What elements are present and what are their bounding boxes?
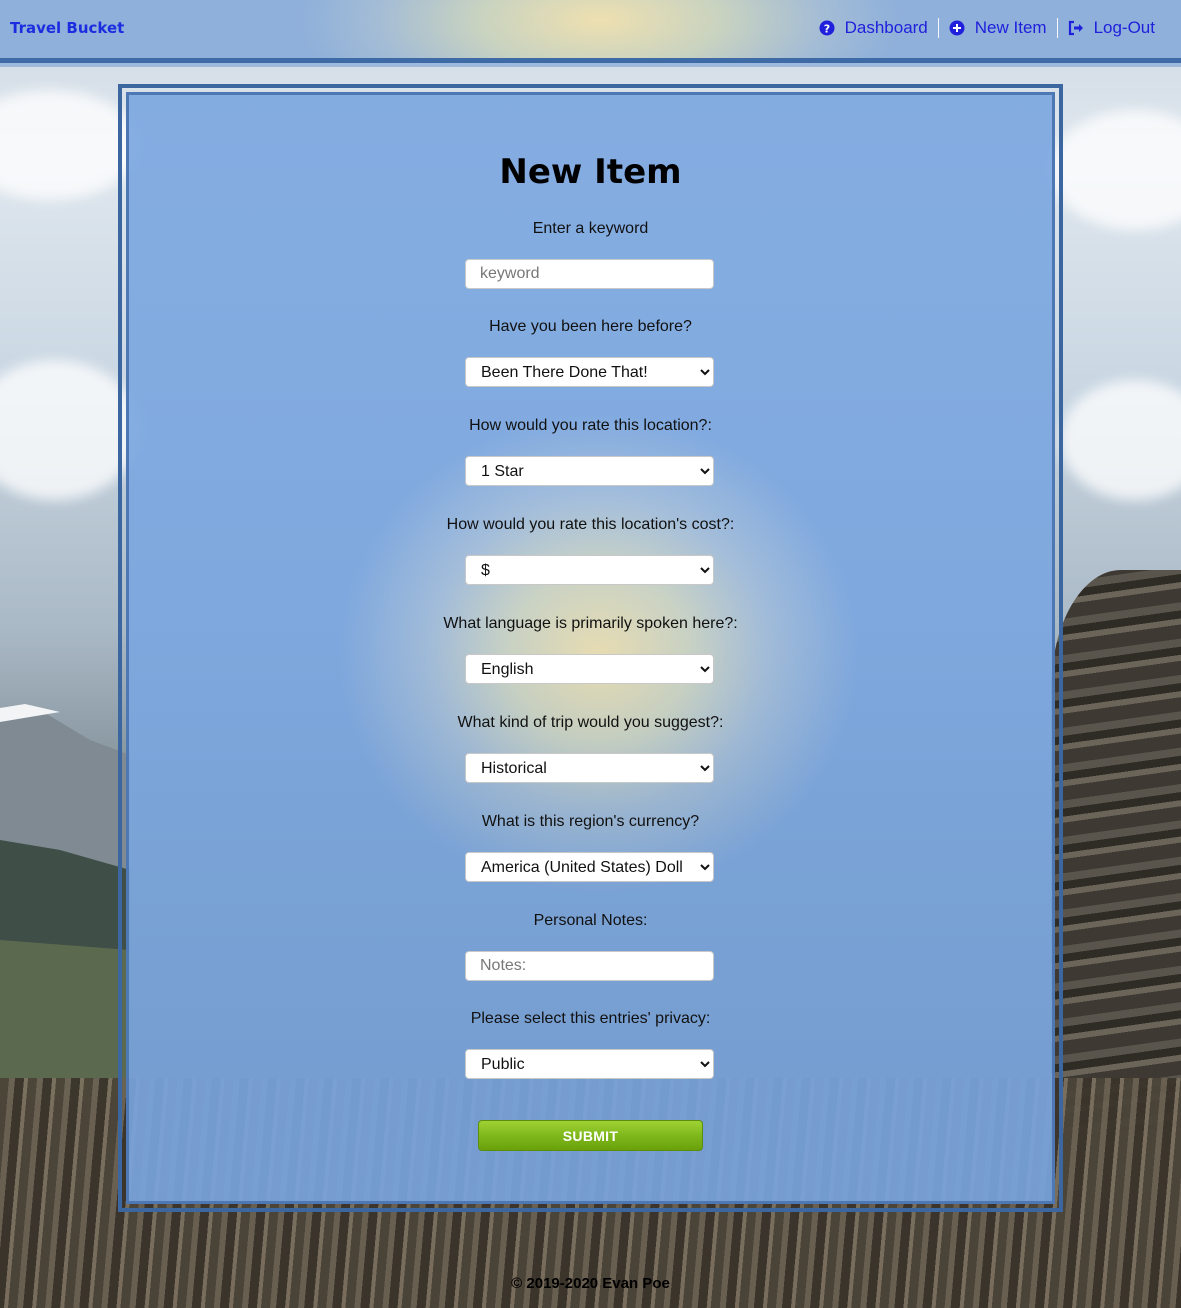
- question-circle-icon: ?: [819, 20, 835, 36]
- cost-label: How would you rate this location's cost?…: [446, 516, 735, 533]
- page-title: New Item: [499, 152, 682, 192]
- language-label: What language is primarily spoken here?:: [443, 615, 738, 632]
- navbar-underline: [0, 63, 1181, 67]
- notes-label: Personal Notes:: [533, 912, 648, 929]
- rating-label: How would you rate this location?:: [469, 417, 712, 434]
- rating-select[interactable]: 1 Star: [465, 456, 714, 486]
- visited-select[interactable]: Been There Done That!: [465, 357, 714, 387]
- nav-links: ? Dashboard New Item Log-Out: [809, 18, 1165, 38]
- footer-copyright: © 2019-2020 Evan Poe: [511, 1275, 670, 1292]
- cost-select[interactable]: $: [465, 555, 714, 585]
- cloud: [1060, 380, 1181, 500]
- nav-new-item-link[interactable]: New Item: [939, 18, 1057, 38]
- nav-divider: [1056, 18, 1058, 38]
- visited-label: Have you been here before?: [489, 318, 692, 335]
- language-select[interactable]: English: [465, 654, 714, 684]
- svg-text:?: ?: [823, 22, 829, 35]
- currency-label: What is this region's currency?: [481, 813, 700, 830]
- nav-new-item-label: New Item: [974, 18, 1047, 37]
- new-item-panel: [118, 84, 1063, 1212]
- plus-circle-icon: [949, 20, 965, 36]
- trip-type-label: What kind of trip would you suggest?:: [457, 714, 724, 731]
- currency-select[interactable]: America (United States) Dollars: [465, 852, 714, 882]
- nav-logout-link[interactable]: Log-Out: [1058, 18, 1165, 38]
- brand-link[interactable]: Travel Bucket: [10, 19, 124, 37]
- rock-cairn: [1051, 570, 1181, 1130]
- submit-button[interactable]: SUBMIT: [478, 1120, 703, 1151]
- notes-input[interactable]: [465, 951, 714, 981]
- nav-logout-label: Log-Out: [1093, 18, 1155, 37]
- nav-divider: [937, 18, 939, 38]
- mountain-illustration: [0, 704, 130, 1100]
- sign-out-icon: [1068, 20, 1084, 36]
- keyword-input[interactable]: [465, 259, 714, 289]
- nav-dashboard-link[interactable]: ? Dashboard: [809, 18, 938, 38]
- keyword-label: Enter a keyword: [532, 220, 649, 237]
- privacy-select[interactable]: Public: [465, 1049, 714, 1079]
- trip-type-select[interactable]: Historical: [465, 753, 714, 783]
- navbar: Travel Bucket ? Dashboard New Item Log-O…: [0, 0, 1181, 63]
- privacy-label: Please select this entries' privacy:: [470, 1010, 711, 1027]
- nav-dashboard-label: Dashboard: [844, 18, 928, 37]
